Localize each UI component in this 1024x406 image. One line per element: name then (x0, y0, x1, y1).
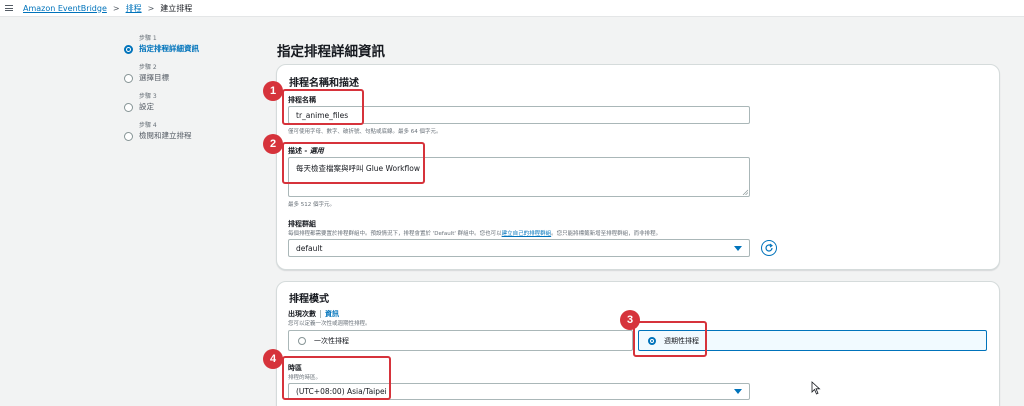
create-schedule-group-link[interactable]: 建立自己的排程群組 (502, 231, 552, 237)
group-desc-tail: 。您只能將標籤新增至排程群組，而非排程。 (551, 231, 662, 237)
chevron-right-icon: > (112, 3, 120, 13)
step-label: 檢閱和建立排程 (139, 131, 192, 140)
occurrence-label-text: 出現次數 (288, 310, 316, 318)
breadcrumb-schedules-link[interactable]: 排程 (126, 3, 142, 14)
panel-title: 排程名稱和描述 (289, 78, 359, 89)
annotation-highlight-4 (282, 356, 391, 400)
step-number: 步驟 4 (139, 122, 157, 129)
occurrence-hint: 您可以定義一次性或週期性排程。 (288, 321, 371, 327)
resize-handle-icon[interactable] (742, 189, 748, 195)
option-label: 一次性排程 (314, 336, 349, 345)
schedule-group-value: default (296, 243, 323, 253)
caret-down-icon (734, 389, 742, 394)
step-4[interactable]: 步驟 4 檢閱和建立排程 (122, 121, 262, 141)
step-number: 步驟 3 (139, 93, 157, 100)
step-number: 步驟 1 (139, 35, 157, 42)
step-number: 步驟 2 (139, 64, 157, 71)
one-time-schedule-option[interactable]: 一次性排程 (288, 330, 633, 351)
annotation-highlight-1 (282, 89, 364, 125)
step-label: 指定排程詳細資訊 (139, 44, 199, 53)
step-2[interactable]: 步驟 2 選擇目標 (122, 63, 262, 83)
step-1[interactable]: 步驟 1 指定排程詳細資訊 (122, 34, 262, 54)
caret-down-icon (734, 245, 742, 251)
refresh-icon (765, 243, 773, 252)
schedule-name-hint: 僅可使用字母、數字、破折號、句點或底線。最多 64 個字元。 (288, 129, 442, 135)
group-desc-text: 每個排程都需要置於排程群組中。預設情況下，排程會置於 'Default' 群組中… (288, 231, 502, 237)
annotation-badge-2: 2 (263, 134, 283, 154)
breadcrumb-service-link[interactable]: Amazon EventBridge (23, 4, 107, 13)
step-indicator-icon (124, 103, 133, 112)
annotation-highlight-3 (633, 321, 707, 357)
panel-title: 排程模式 (289, 294, 329, 305)
step-label: 選擇目標 (139, 73, 169, 82)
annotation-badge-3: 3 (620, 310, 640, 330)
menu-icon[interactable] (5, 5, 13, 11)
radio-button[interactable] (298, 336, 306, 345)
top-navigation-bar: Amazon EventBridge > 排程 > 建立排程 (0, 0, 1024, 17)
step-3[interactable]: 步驟 3 設定 (122, 92, 262, 112)
mouse-cursor-icon (811, 381, 821, 395)
schedule-group-label: 排程群組 (288, 220, 316, 228)
annotation-badge-1: 1 (263, 81, 283, 101)
step-indicator-icon (124, 74, 133, 83)
step-indicator-icon (124, 132, 133, 141)
page-title: 指定排程詳細資訊 (277, 44, 385, 60)
refresh-button[interactable] (761, 240, 777, 256)
description-hint: 最多 512 個字元。 (288, 202, 335, 208)
schedule-group-select[interactable]: default (288, 239, 750, 257)
step-label: 設定 (139, 102, 154, 111)
wizard-steps: 步驟 1 指定排程詳細資訊 步驟 2 選擇目標 步驟 3 設定 步驟 4 檢閱和… (122, 34, 262, 150)
annotation-highlight-2 (282, 142, 425, 184)
chevron-right-icon: > (147, 3, 155, 13)
step-indicator-icon (124, 45, 133, 54)
annotation-badge-4: 4 (263, 349, 283, 369)
occurrence-label: 出現次數 資訊 (288, 309, 339, 319)
breadcrumb-current: 建立排程 (160, 3, 193, 13)
schedule-group-description: 每個排程都需要置於排程群組中。預設情況下，排程會置於 'Default' 群組中… (288, 229, 661, 237)
info-link[interactable]: 資訊 (320, 310, 339, 318)
